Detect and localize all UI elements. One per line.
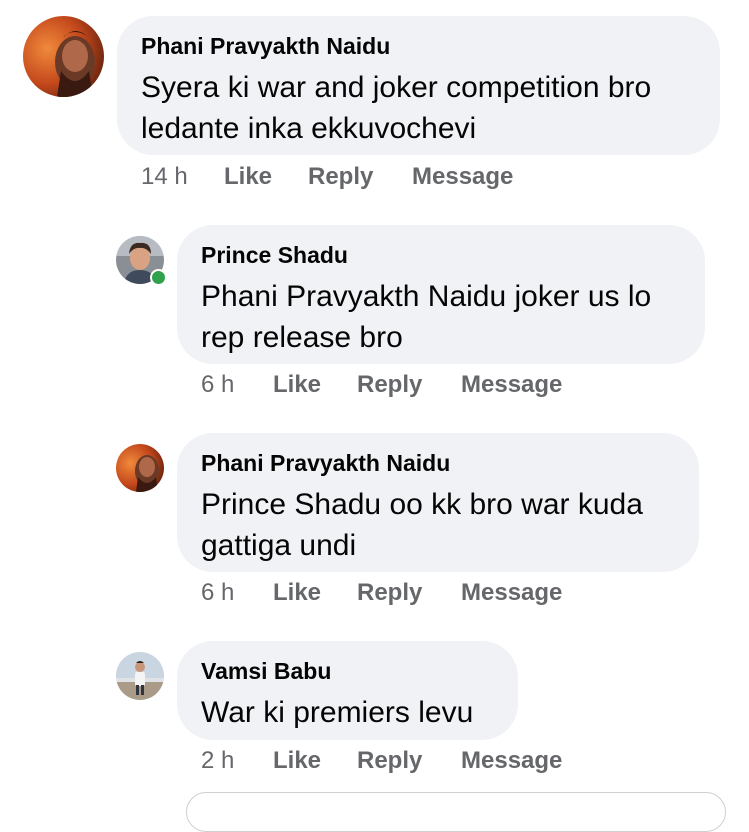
avatar[interactable] [116, 236, 167, 286]
message-button[interactable]: Message [461, 746, 562, 776]
reply-item: Vamsi Babu War ki premiers levu 2 h Like… [0, 636, 749, 786]
like-button[interactable]: Like [273, 370, 321, 400]
reply-item: Prince Shadu Phani Pravyakth Naidu joker… [0, 220, 749, 410]
like-button[interactable]: Like [273, 578, 321, 608]
message-button[interactable]: Message [461, 370, 562, 400]
comment-text-line: rep release bro [201, 321, 403, 354]
comment-text-line: War ki premiers levu [201, 696, 474, 729]
profile-photo-icon [23, 16, 104, 97]
comment-text-line: ledante inka ekkuvochevi [141, 112, 477, 145]
timestamp: 2 h [201, 747, 235, 774]
comment-text-line: gattiga undi [201, 529, 357, 562]
reply-button[interactable]: Reply [308, 162, 373, 192]
like-button[interactable]: Like [224, 162, 272, 192]
online-status-icon [150, 269, 167, 286]
comment-meta: 14 h Like Reply Message [141, 162, 561, 192]
timestamp: 6 h [201, 579, 235, 606]
comment-bubble: Phani Pravyakth Naidu Syera ki war and j… [117, 16, 720, 155]
comment-meta: 6 h Like Reply Message [201, 578, 601, 608]
timestamp: 14 h [141, 163, 188, 190]
comment-text-line: Phani Pravyakth Naidu joker us lo [201, 280, 652, 313]
reply-composer[interactable] [186, 792, 726, 832]
comment-author[interactable]: Phani Pravyakth Naidu [141, 33, 720, 59]
comment-author[interactable]: Prince Shadu [201, 242, 705, 268]
comment-meta: 2 h Like Reply Message [201, 746, 601, 776]
profile-photo-icon [116, 652, 164, 700]
reply-button[interactable]: Reply [357, 746, 422, 776]
message-button[interactable]: Message [412, 162, 513, 192]
comment-bubble: Phani Pravyakth Naidu Prince Shadu oo kk… [177, 433, 699, 572]
avatar[interactable] [116, 652, 164, 700]
reply-button[interactable]: Reply [357, 370, 422, 400]
comment-text-line: Prince Shadu oo kk bro war kuda [201, 488, 643, 521]
reply-button[interactable]: Reply [357, 578, 422, 608]
comment-bubble: Prince Shadu Phani Pravyakth Naidu joker… [177, 225, 705, 364]
reply-item: Phani Pravyakth Naidu Prince Shadu oo kk… [0, 428, 749, 618]
comment-bubble: Vamsi Babu War ki premiers levu [177, 641, 518, 740]
comment-text-line: Syera ki war and joker competition bro [141, 71, 652, 104]
timestamp: 6 h [201, 371, 235, 398]
avatar[interactable] [116, 444, 164, 492]
comment-item: Phani Pravyakth Naidu Syera ki war and j… [0, 0, 749, 200]
comment-meta: 6 h Like Reply Message [201, 370, 601, 400]
like-button[interactable]: Like [273, 746, 321, 776]
message-button[interactable]: Message [461, 578, 562, 608]
profile-photo-icon [116, 444, 164, 492]
comment-author[interactable]: Phani Pravyakth Naidu [201, 450, 699, 476]
avatar[interactable] [23, 16, 104, 97]
comment-author[interactable]: Vamsi Babu [201, 658, 518, 684]
